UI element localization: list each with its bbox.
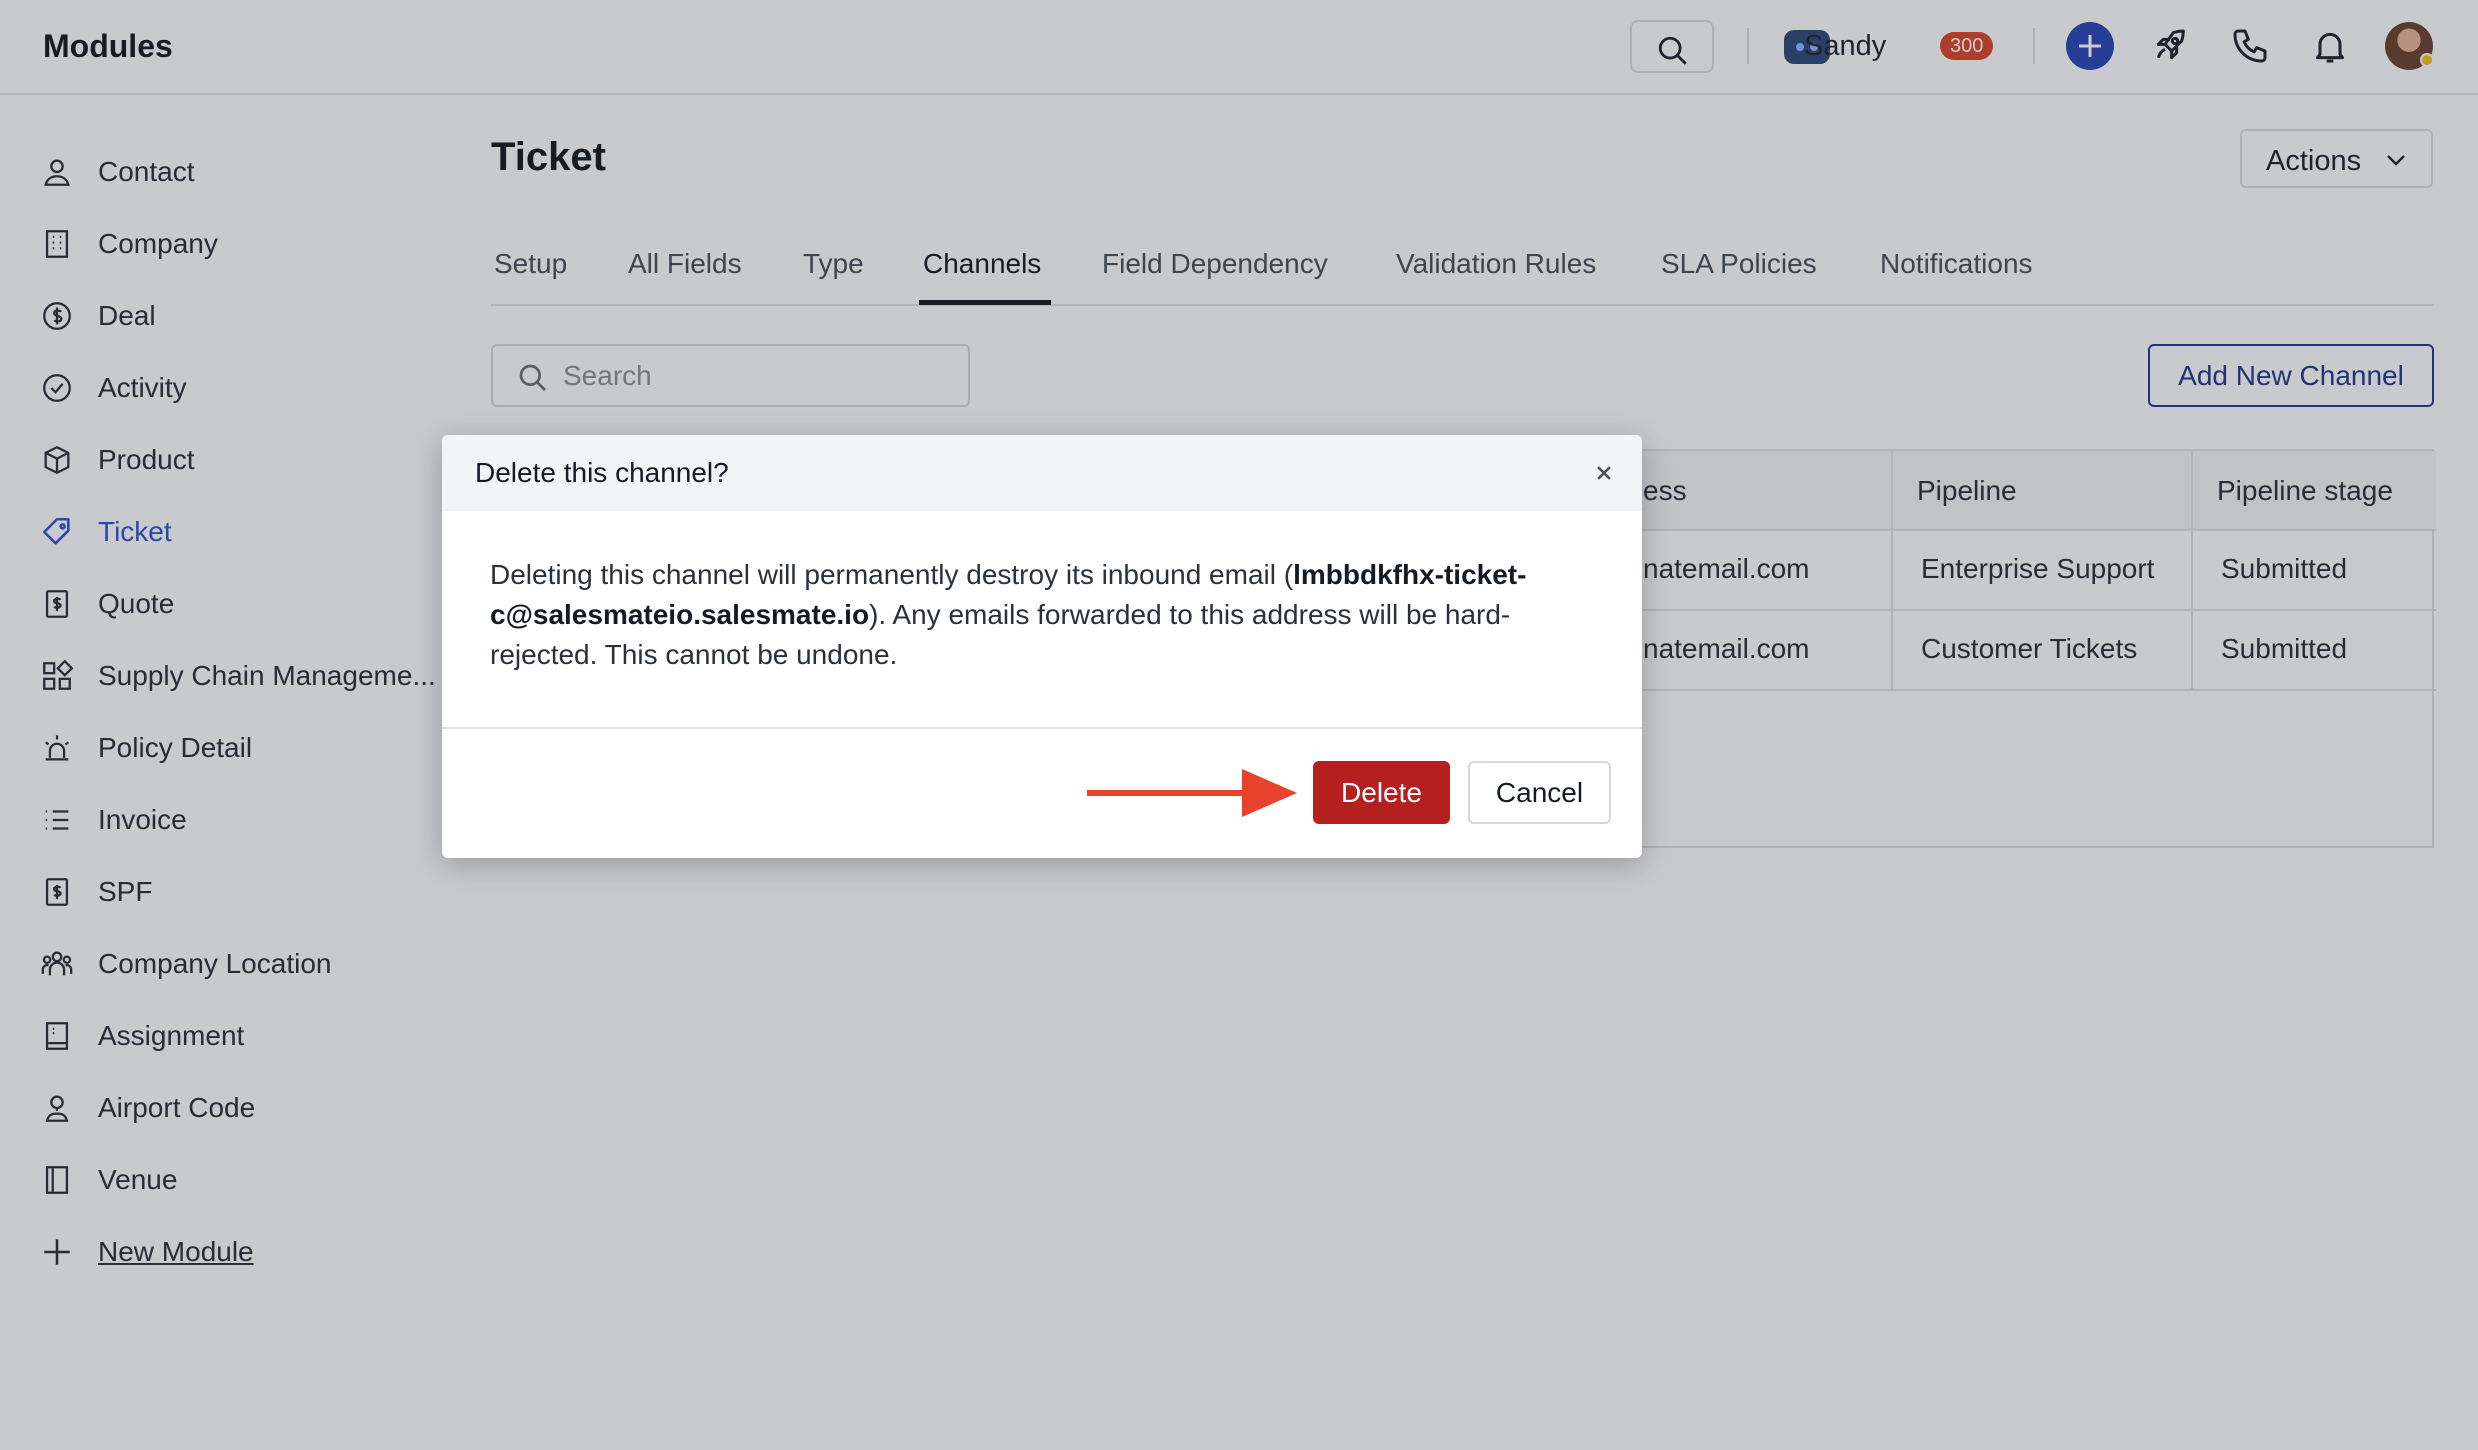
delete-button[interactable]: Delete <box>1313 761 1450 824</box>
close-icon[interactable] <box>1590 459 1618 487</box>
arrow-right-icon <box>1087 769 1297 817</box>
dialog-divider <box>442 727 1642 729</box>
cancel-button[interactable]: Cancel <box>1468 761 1611 824</box>
delete-channel-dialog: Delete this channel? Deleting this chann… <box>442 435 1642 858</box>
dialog-message: Deleting this channel will permanently d… <box>490 555 1600 675</box>
dialog-message-text: Deleting this channel will permanently d… <box>490 559 1294 590</box>
app-root: Modules Sandy 300 Contact Company Deal A… <box>0 0 2478 1450</box>
dialog-header: Delete this channel? <box>442 435 1642 511</box>
dialog-title: Delete this channel? <box>475 457 729 488</box>
